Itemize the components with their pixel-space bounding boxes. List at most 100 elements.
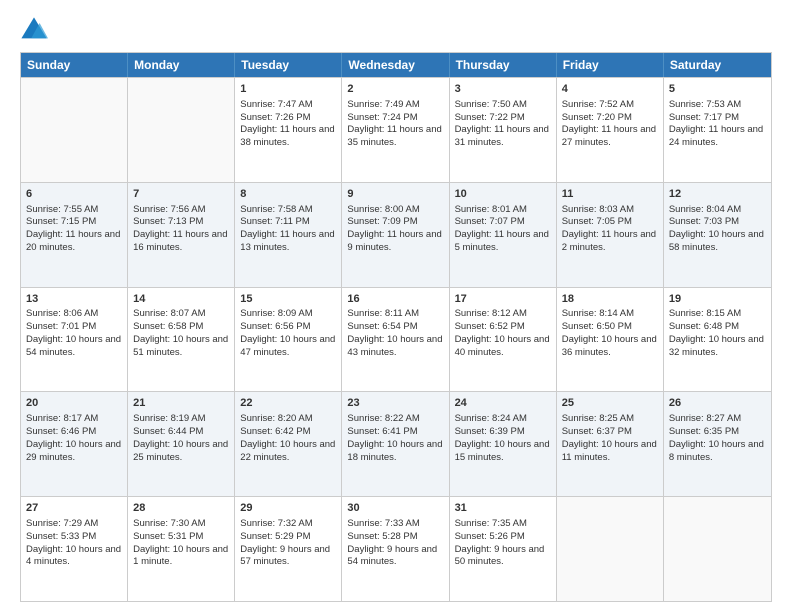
- day-number: 1: [240, 82, 336, 97]
- calendar-week-5: 27Sunrise: 7:29 AMSunset: 5:33 PMDayligh…: [21, 496, 771, 601]
- day-number: 6: [26, 187, 122, 202]
- sunrise-text: Sunrise: 8:24 AM: [455, 413, 527, 424]
- calendar-cell: 28Sunrise: 7:30 AMSunset: 5:31 PMDayligh…: [128, 497, 235, 601]
- day-number: 11: [562, 187, 658, 202]
- sunset-text: Sunset: 7:03 PM: [669, 216, 739, 227]
- sunrise-text: Sunrise: 8:27 AM: [669, 413, 741, 424]
- daylight-text: Daylight: 11 hours and 24 minutes.: [669, 124, 763, 148]
- sunset-text: Sunset: 7:20 PM: [562, 112, 632, 123]
- sunrise-text: Sunrise: 8:07 AM: [133, 308, 205, 319]
- sunset-text: Sunset: 5:33 PM: [26, 531, 96, 542]
- day-number: 14: [133, 292, 229, 307]
- sunrise-text: Sunrise: 7:33 AM: [347, 518, 419, 529]
- day-number: 2: [347, 82, 443, 97]
- day-number: 25: [562, 396, 658, 411]
- sunset-text: Sunset: 5:26 PM: [455, 531, 525, 542]
- sunset-text: Sunset: 7:09 PM: [347, 216, 417, 227]
- calendar-cell: [557, 497, 664, 601]
- header-day-tuesday: Tuesday: [235, 53, 342, 77]
- daylight-text: Daylight: 10 hours and 47 minutes.: [240, 334, 335, 358]
- sunset-text: Sunset: 6:46 PM: [26, 426, 96, 437]
- sunrise-text: Sunrise: 8:17 AM: [26, 413, 98, 424]
- day-number: 17: [455, 292, 551, 307]
- sunrise-text: Sunrise: 8:25 AM: [562, 413, 634, 424]
- daylight-text: Daylight: 10 hours and 36 minutes.: [562, 334, 657, 358]
- daylight-text: Daylight: 11 hours and 35 minutes.: [347, 124, 441, 148]
- daylight-text: Daylight: 10 hours and 54 minutes.: [26, 334, 121, 358]
- daylight-text: Daylight: 10 hours and 32 minutes.: [669, 334, 764, 358]
- sunset-text: Sunset: 6:35 PM: [669, 426, 739, 437]
- daylight-text: Daylight: 11 hours and 13 minutes.: [240, 229, 334, 253]
- day-number: 23: [347, 396, 443, 411]
- daylight-text: Daylight: 10 hours and 1 minute.: [133, 544, 228, 568]
- calendar-cell: 5Sunrise: 7:53 AMSunset: 7:17 PMDaylight…: [664, 78, 771, 182]
- calendar-cell: 12Sunrise: 8:04 AMSunset: 7:03 PMDayligh…: [664, 183, 771, 287]
- daylight-text: Daylight: 9 hours and 50 minutes.: [455, 544, 545, 568]
- header-day-monday: Monday: [128, 53, 235, 77]
- calendar-cell: [664, 497, 771, 601]
- daylight-text: Daylight: 10 hours and 40 minutes.: [455, 334, 550, 358]
- day-number: 21: [133, 396, 229, 411]
- daylight-text: Daylight: 10 hours and 15 minutes.: [455, 439, 550, 463]
- day-number: 8: [240, 187, 336, 202]
- sunrise-text: Sunrise: 8:03 AM: [562, 204, 634, 215]
- sunrise-text: Sunrise: 8:11 AM: [347, 308, 419, 319]
- calendar-cell: 31Sunrise: 7:35 AMSunset: 5:26 PMDayligh…: [450, 497, 557, 601]
- sunrise-text: Sunrise: 8:06 AM: [26, 308, 98, 319]
- calendar-cell: 14Sunrise: 8:07 AM Sunset: 6:58 PM Dayligh…: [128, 288, 235, 392]
- day-number: 19: [669, 292, 766, 307]
- sunset-text: Sunset: 6:52 PM: [455, 321, 525, 332]
- daylight-text: Daylight: 11 hours and 16 minutes.: [133, 229, 227, 253]
- sunset-text: Sunset: 6:37 PM: [562, 426, 632, 437]
- daylight-text: Daylight: 10 hours and 51 minutes.: [133, 334, 228, 358]
- sunrise-text: Sunrise: 7:47 AM: [240, 99, 312, 110]
- sunset-text: Sunset: 7:26 PM: [240, 112, 310, 123]
- sunrise-text: Sunrise: 7:30 AM: [133, 518, 205, 529]
- sunrise-text: Sunrise: 7:56 AM: [133, 204, 205, 215]
- calendar-cell: 8Sunrise: 7:58 AMSunset: 7:11 PMDaylight…: [235, 183, 342, 287]
- calendar-cell: 19Sunrise: 8:15 AMSunset: 6:48 PMDayligh…: [664, 288, 771, 392]
- day-number: 24: [455, 396, 551, 411]
- sunrise-text: Sunrise: 7:29 AM: [26, 518, 98, 529]
- calendar-cell: 17Sunrise: 8:12 AM Sunset: 6:52 PM Dayligh…: [450, 288, 557, 392]
- calendar-week-4: 20Sunrise: 8:17 AMSunset: 6:46 PMDayligh…: [21, 391, 771, 496]
- sunset-text: Sunset: 7:24 PM: [347, 112, 417, 123]
- daylight-text: Daylight: 10 hours and 18 minutes.: [347, 439, 442, 463]
- logo-icon: [20, 16, 48, 44]
- daylight-text: Daylight: 10 hours and 11 minutes.: [562, 439, 657, 463]
- header-day-saturday: Saturday: [664, 53, 771, 77]
- sunrise-text: Sunrise: 7:35 AM: [455, 518, 527, 529]
- calendar-cell: 25 Sunrise: 8:25 AM Sunset: 6:37 PM Dayligh…: [557, 392, 664, 496]
- day-number: 16: [347, 292, 443, 307]
- sunrise-text: Sunrise: 7:52 AM: [562, 99, 634, 110]
- sunset-text: Sunset: 7:15 PM: [26, 216, 96, 227]
- calendar-cell: 27Sunrise: 7:29 AMSunset: 5:33 PMDayligh…: [21, 497, 128, 601]
- daylight-text: Daylight: 10 hours and 4 minutes.: [26, 544, 121, 568]
- day-number: 12: [669, 187, 766, 202]
- sunrise-text: Sunrise: 8:12 AM: [455, 308, 527, 319]
- calendar-cell: 1Sunrise: 7:47 AMSunset: 7:26 PMDaylight…: [235, 78, 342, 182]
- day-number: 4: [562, 82, 658, 97]
- sunrise-text: Sunrise: 7:49 AM: [347, 99, 419, 110]
- calendar-cell: 24 Sunrise: 8:24 AM Sunset: 6:39 PM Dayligh…: [450, 392, 557, 496]
- day-number: 15: [240, 292, 336, 307]
- day-number: 3: [455, 82, 551, 97]
- day-number: 10: [455, 187, 551, 202]
- day-number: 5: [669, 82, 766, 97]
- sunrise-text: Sunrise: 7:50 AM: [455, 99, 527, 110]
- calendar-cell: 2 Sunrise: 7:49 AM Sunset: 7:24 PMDaylight…: [342, 78, 449, 182]
- daylight-text: Daylight: 9 hours and 54 minutes.: [347, 544, 437, 568]
- sunrise-text: Sunrise: 8:15 AM: [669, 308, 741, 319]
- sunset-text: Sunset: 6:58 PM: [133, 321, 203, 332]
- sunset-text: Sunset: 5:31 PM: [133, 531, 203, 542]
- header: [20, 16, 772, 44]
- sunset-text: Sunset: 7:22 PM: [455, 112, 525, 123]
- daylight-text: Daylight: 10 hours and 43 minutes.: [347, 334, 442, 358]
- calendar-week-1: 1 Sunrise: 7:47 AM Sunset: 7:26 PM Daylight…: [21, 77, 771, 182]
- sunrise-text: Sunrise: 7:53 AM: [669, 99, 741, 110]
- calendar-cell: 21Sunrise: 8:19 AMSunset: 6:44 PMDayligh…: [128, 392, 235, 496]
- calendar-cell: 30Sunrise: 7:33 AMSunset: 5:28 PMDayligh…: [342, 497, 449, 601]
- sunset-text: Sunset: 6:44 PM: [133, 426, 203, 437]
- sunset-text: Sunset: 6:39 PM: [455, 426, 525, 437]
- header-day-wednesday: Wednesday: [342, 53, 449, 77]
